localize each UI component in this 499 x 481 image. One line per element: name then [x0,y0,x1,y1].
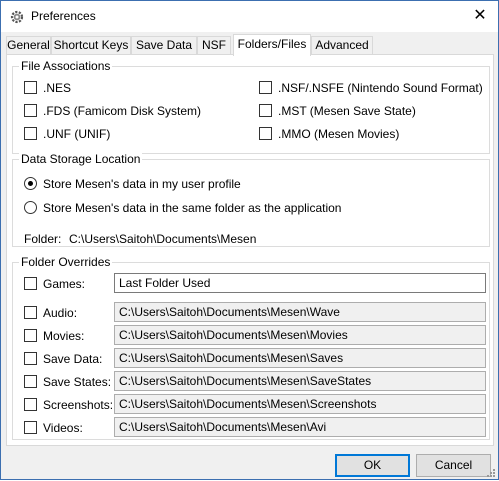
user-profile-label: Store Mesen's data in my user profile [43,177,241,191]
screenshots-checkbox[interactable] [24,398,37,411]
data-storage-group: Data Storage Location Store Mesen's data… [12,152,490,247]
nsf-label: .NSF/.NSFE (Nintendo Sound Format) [278,81,483,95]
save-states-checkbox[interactable] [24,375,37,388]
tab-nsf[interactable]: NSF [197,36,231,55]
screenshots-path-field[interactable]: C:\Users\Saitoh\Documents\Mesen\Screensh… [114,394,486,414]
save-states-path-field[interactable]: C:\Users\Saitoh\Documents\Mesen\SaveStat… [114,371,486,391]
save-data-path-field[interactable]: C:\Users\Saitoh\Documents\Mesen\Saves [114,348,486,368]
videos-label: Videos: [43,421,83,435]
close-icon[interactable]: ✕ [470,6,490,26]
games-label: Games: [43,277,86,291]
tab-save-data[interactable]: Save Data [131,36,197,55]
user-profile-radio[interactable] [24,177,37,190]
gear-icon [9,9,25,25]
games-path-field[interactable]: Last Folder Used [114,273,486,293]
tab-strip: General Shortcut Keys Save Data NSF Fold… [6,34,494,56]
resize-grip-icon[interactable] [486,467,496,477]
group-title: File Associations [19,59,113,73]
audio-label: Audio: [43,306,78,320]
unf-label: .UNF (UNIF) [43,127,111,141]
folder-overrides-group: Folder Overrides Games: Last Folder Used… [12,255,490,440]
tab-shortcut-keys[interactable]: Shortcut Keys [51,36,131,55]
app-folder-radio[interactable] [24,201,37,214]
mmo-label: .MMO (Mesen Movies) [278,127,400,141]
folder-path: C:\Users\Saitoh\Documents\Mesen [69,232,257,246]
nsf-checkbox[interactable] [259,81,272,94]
window-title: Preferences [31,9,96,23]
fds-label: .FDS (Famicom Disk System) [43,104,202,118]
tab-folders-files[interactable]: Folders/Files [233,34,311,56]
movies-label: Movies: [43,329,85,343]
nes-label: .NES [43,81,72,95]
fds-checkbox[interactable] [24,104,37,117]
title-bar[interactable]: Preferences ✕ [1,1,498,32]
mmo-checkbox[interactable] [259,127,272,140]
mst-label: .MST (Mesen Save State) [278,104,416,118]
app-folder-label: Store Mesen's data in the same folder as… [43,201,342,215]
videos-path-field[interactable]: C:\Users\Saitoh\Documents\Mesen\Avi [114,417,486,437]
movies-checkbox[interactable] [24,329,37,342]
save-data-label: Save Data: [43,352,103,366]
ok-button[interactable]: OK [335,454,410,477]
audio-checkbox[interactable] [24,306,37,319]
save-data-checkbox[interactable] [24,352,37,365]
unf-checkbox[interactable] [24,127,37,140]
videos-checkbox[interactable] [24,421,37,434]
tab-advanced[interactable]: Advanced [311,36,373,55]
games-checkbox[interactable] [24,277,37,290]
folders-files-panel: File Associations .NES .NSF/.NSFE (Ninte… [6,54,494,446]
movies-path-field[interactable]: C:\Users\Saitoh\Documents\Mesen\Movies [114,325,486,345]
save-states-label: Save States: [43,375,112,389]
folder-label: Folder: [24,232,62,246]
file-associations-group: File Associations .NES .NSF/.NSFE (Ninte… [12,59,490,154]
dialog-button-bar: OK Cancel [1,448,498,479]
nes-checkbox[interactable] [24,81,37,94]
mst-checkbox[interactable] [259,104,272,117]
screenshots-label: Screenshots: [43,398,114,412]
cancel-button[interactable]: Cancel [416,454,491,477]
group-title: Folder Overrides [19,255,113,269]
tab-general[interactable]: General [6,36,51,55]
group-title: Data Storage Location [19,152,143,166]
preferences-window: Preferences ✕ General Shortcut Keys Save… [0,0,499,480]
audio-path-field[interactable]: C:\Users\Saitoh\Documents\Mesen\Wave [114,302,486,322]
